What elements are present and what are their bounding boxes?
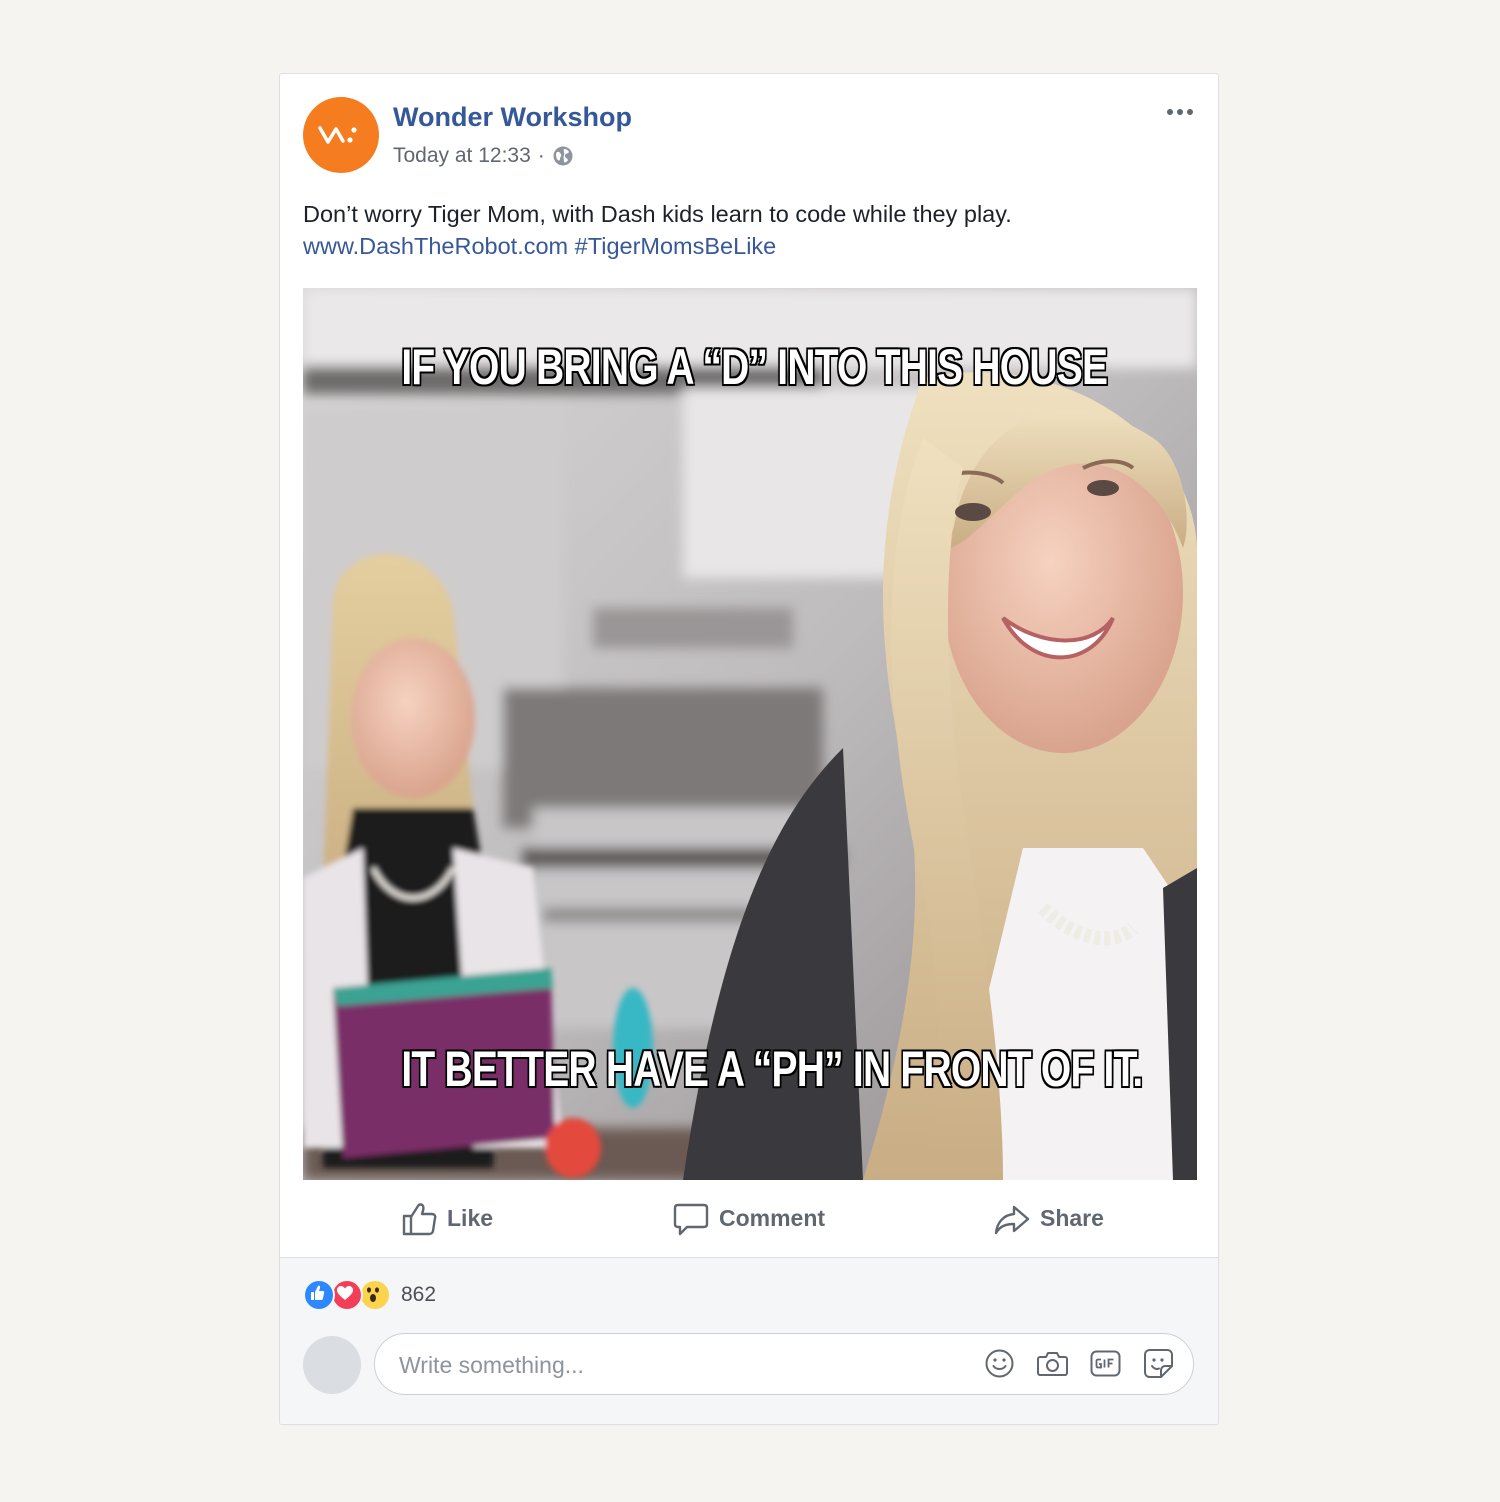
post-footer: 862 (280, 1258, 1218, 1424)
dot-icon (1187, 109, 1193, 115)
reactions-summary[interactable]: 862 (303, 1279, 437, 1311)
comment-input[interactable] (397, 1334, 961, 1396)
emoji-icon[interactable] (983, 1347, 1016, 1380)
share-arrow-icon (994, 1205, 1030, 1234)
post-actions-bar: Like Comment Share (280, 1180, 1218, 1258)
speech-bubble-icon (673, 1203, 709, 1235)
like-reaction-icon (303, 1279, 335, 1311)
wow-reaction-icon (359, 1279, 391, 1311)
post-hashtag[interactable]: #TigerMomsBeLike (575, 233, 777, 259)
post-message: Don’t worry Tiger Mom, with Dash kids le… (303, 201, 1012, 227)
post-image[interactable]: IF YOU BRING A “D” INTO THIS HOUSE IT BE… (303, 288, 1197, 1180)
meta-separator: · (537, 144, 545, 167)
page-avatar[interactable] (303, 97, 379, 173)
share-label: Share (1040, 1205, 1104, 1231)
camera-icon[interactable] (1036, 1347, 1069, 1380)
post-card: Wonder Workshop Today at 12:33 · Don’t w… (279, 73, 1219, 1425)
more-options-button[interactable] (1162, 100, 1198, 124)
reaction-count: 862 (401, 1283, 437, 1306)
dot-icon (1177, 109, 1183, 115)
meme-top-caption: IF YOU BRING A “D” INTO THIS HOUSE (400, 338, 1109, 397)
comment-icons (983, 1347, 1175, 1381)
like-label: Like (447, 1205, 494, 1231)
wonder-workshop-logo-icon (318, 126, 357, 144)
post-text: Don’t worry Tiger Mom, with Dash kids le… (303, 198, 1193, 262)
page-name[interactable]: Wonder Workshop (393, 102, 632, 133)
sticker-icon[interactable] (1142, 1347, 1175, 1380)
globe-icon (553, 146, 573, 166)
gif-icon[interactable] (1089, 1347, 1122, 1380)
meme-bottom-caption: IT BETTER HAVE A “PH” IN FRONT OF IT. (400, 1040, 1144, 1099)
love-reaction-icon (331, 1279, 363, 1311)
like-button[interactable]: Like (401, 1180, 493, 1257)
post-link[interactable]: www.DashTheRobot.com (303, 233, 568, 259)
post-meta: Today at 12:33 · (393, 142, 574, 170)
comment-box (374, 1333, 1194, 1396)
post-timestamp[interactable]: Today at 12:33 (393, 144, 531, 168)
share-button[interactable]: Share (994, 1180, 1104, 1257)
dot-icon (1167, 109, 1173, 115)
thumbs-up-icon (402, 1202, 437, 1235)
current-user-avatar (303, 1336, 361, 1394)
comment-label: Comment (719, 1205, 826, 1231)
comment-button[interactable]: Comment (673, 1180, 825, 1257)
